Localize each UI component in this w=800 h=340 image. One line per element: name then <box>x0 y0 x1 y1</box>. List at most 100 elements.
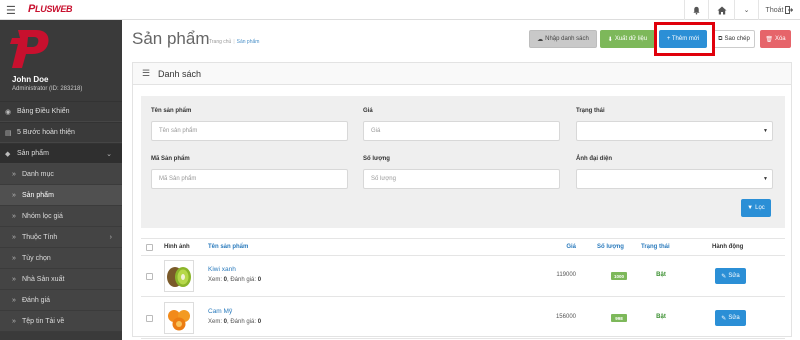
copy-label: Sao chép <box>724 36 750 42</box>
logout-button[interactable]: Thoát <box>758 0 800 20</box>
caret-down-icon: ▼ <box>763 176 768 182</box>
top-right-actions: ⌄ Thoát <box>684 0 800 20</box>
product-price: 156000 <box>555 314 576 320</box>
sidebar-item-5-steps[interactable]: ▤ 5 Bước hoàn thiện <box>0 122 122 143</box>
tag-icon: ◆ <box>5 150 11 158</box>
sidebar-subitem-reviews[interactable]: » Đánh giá <box>0 290 122 311</box>
product-thumbnail[interactable] <box>164 260 194 292</box>
filter-button-label: Lọc <box>755 205 765 211</box>
sidebar-subitem-price-groups[interactable]: » Nhóm lọc giá <box>0 206 122 227</box>
product-meta: Xem: 0, Đánh giá: 0 <box>208 277 261 283</box>
sidebar-nav: ◉ Bảng Điều Khiển ▤ 5 Bước hoàn thiện ◆ … <box>0 101 122 332</box>
sidebar-item-label: Tùy chọn <box>22 254 51 262</box>
document-icon: ▤ <box>5 129 12 137</box>
cloud-upload-icon: ☁ <box>537 36 544 43</box>
filter-price-input[interactable]: Giá <box>363 121 560 141</box>
import-list-button[interactable]: ☁ Nhập danh sách <box>529 30 597 48</box>
filter-name-input[interactable]: Tên sản phẩm <box>151 121 348 141</box>
orange-image <box>168 310 190 331</box>
avatar <box>10 30 49 68</box>
import-list-label: Nhập danh sách <box>545 36 589 42</box>
home-icon <box>717 6 726 14</box>
table-row: Cam Mỹ Xem: 0, Đánh giá: 0 156000 998 Bậ… <box>141 298 785 339</box>
qty-badge: 998 <box>611 314 627 322</box>
filter-qty-input[interactable]: Số lượng <box>363 169 560 189</box>
product-meta: Xem: 0, Đánh giá: 0 <box>208 319 261 325</box>
header-qty[interactable]: Số lượng <box>597 244 624 250</box>
status-text: Bật <box>656 272 666 278</box>
kiwi-image <box>167 267 191 287</box>
sidebar-item-products[interactable]: ◆ Sản phẩm ⌄ <box>0 143 122 164</box>
row-checkbox[interactable] <box>146 315 153 322</box>
meta-reviews-label: , Đánh giá: <box>227 319 258 325</box>
product-name[interactable]: Kiwi xanh <box>208 266 236 273</box>
sidebar-subitem-options[interactable]: » Tùy chọn <box>0 248 122 269</box>
sidebar-subitem-downloads[interactable]: » Tệp tin Tải về <box>0 311 122 332</box>
breadcrumb: Trang chủ | Sản phẩm <box>209 39 259 45</box>
logo-p: P <box>28 3 36 15</box>
sidebar-subitem-products[interactable]: » Sản phẩm <box>0 185 122 206</box>
sidebar-item-label: 5 Bước hoàn thiện <box>17 129 75 136</box>
sidebar: John Doe Administrator (ID: 283218) ◉ Bả… <box>0 20 122 340</box>
filter-image-select[interactable]: ▼ <box>576 169 773 189</box>
logo[interactable]: PLUSWEB <box>28 3 73 15</box>
user-name: John Doe <box>12 75 49 84</box>
header-name[interactable]: Tên sản phẩm <box>208 244 248 250</box>
notification-button[interactable] <box>684 0 708 20</box>
product-thumbnail[interactable] <box>164 302 194 334</box>
edit-button[interactable]: ✎ Sửa <box>715 268 746 284</box>
meta-reviews-label: , Đánh giá: <box>227 277 258 283</box>
header-status[interactable]: Trạng thái <box>641 244 670 250</box>
header-action: Hành động <box>712 244 744 250</box>
filter-code-input[interactable]: Mã Sản phẩm <box>151 169 348 189</box>
sidebar-item-label: Nhà Sản xuất <box>22 275 65 283</box>
breadcrumb-separator: | <box>233 39 235 45</box>
caret-down-icon: ▼ <box>763 128 768 134</box>
panel-header: ☰ Danh sách <box>133 63 791 85</box>
meta-views-label: Xem: <box>208 277 224 283</box>
top-bar: ☰ PLUSWEB ⌄ Thoát <box>0 0 800 20</box>
copy-button[interactable]: ⧉ Sao chép <box>713 30 755 48</box>
filter-image-label: Ảnh đại diện <box>576 156 612 162</box>
delete-button[interactable]: 🗑 Xóa <box>760 30 791 48</box>
sidebar-item-dashboard[interactable]: ◉ Bảng Điều Khiển <box>0 101 122 122</box>
header-price[interactable]: Giá <box>501 244 576 250</box>
export-data-button[interactable]: ⬇ Xuất dữ liệu <box>600 30 655 48</box>
meta-reviews-value: 0 <box>257 319 262 325</box>
breadcrumb-current[interactable]: Sản phẩm <box>237 39 260 45</box>
row-checkbox[interactable] <box>146 273 153 280</box>
copy-icon: ⧉ <box>718 35 723 42</box>
edit-label: Sửa <box>728 315 740 321</box>
sidebar-subitem-attributes[interactable]: » Thuộc Tính › <box>0 227 122 248</box>
sidebar-subitem-manufacturers[interactable]: » Nhà Sản xuất <box>0 269 122 290</box>
filter-status-label: Trạng thái <box>576 108 605 114</box>
filter-button[interactable]: ▼ Lọc <box>741 199 771 217</box>
highlight-box <box>654 22 715 56</box>
home-button[interactable] <box>708 0 734 20</box>
product-list-panel: ☰ Danh sách Tên sản phẩm Tên sản phẩm Gi… <box>132 62 792 339</box>
meta-views-label: Xem: <box>208 319 224 325</box>
status-text: Bật <box>656 314 666 320</box>
select-all-checkbox[interactable] <box>146 244 153 251</box>
main-content: Sản phẩm Trang chủ | Sản phẩm ☁ Nhập danh … <box>122 20 800 340</box>
logout-label: Thoát <box>765 6 784 14</box>
sidebar-subitem-categories[interactable]: » Danh mục <box>0 164 122 185</box>
product-price: 119000 <box>556 272 576 278</box>
breadcrumb-home[interactable]: Trang chủ <box>209 39 231 45</box>
chevron-right-icon: › <box>109 233 112 241</box>
filter-price-label: Giá <box>363 108 373 114</box>
trash-icon: 🗑 <box>765 36 773 43</box>
hamburger-icon[interactable]: ☰ <box>6 4 16 17</box>
table-header: Hình ảnh Tên sản phẩm Giá Số lượng Trạng… <box>141 238 785 256</box>
panel-title: Danh sách <box>158 69 202 79</box>
edit-button[interactable]: ✎ Sửa <box>715 310 746 326</box>
filter-status-select[interactable]: ▼ <box>576 121 773 141</box>
product-name[interactable]: Cam Mỹ <box>208 308 232 315</box>
sidebar-item-label: Thuộc Tính <box>22 233 58 241</box>
chevron-down-icon: ⌄ <box>106 150 112 158</box>
edit-label: Sửa <box>728 273 740 279</box>
export-data-label: Xuất dữ liệu <box>614 36 648 42</box>
double-chevron-right-icon: » <box>12 191 16 199</box>
sidebar-item-label: Bảng Điều Khiển <box>17 108 70 115</box>
user-dropdown-button[interactable]: ⌄ <box>734 0 758 20</box>
